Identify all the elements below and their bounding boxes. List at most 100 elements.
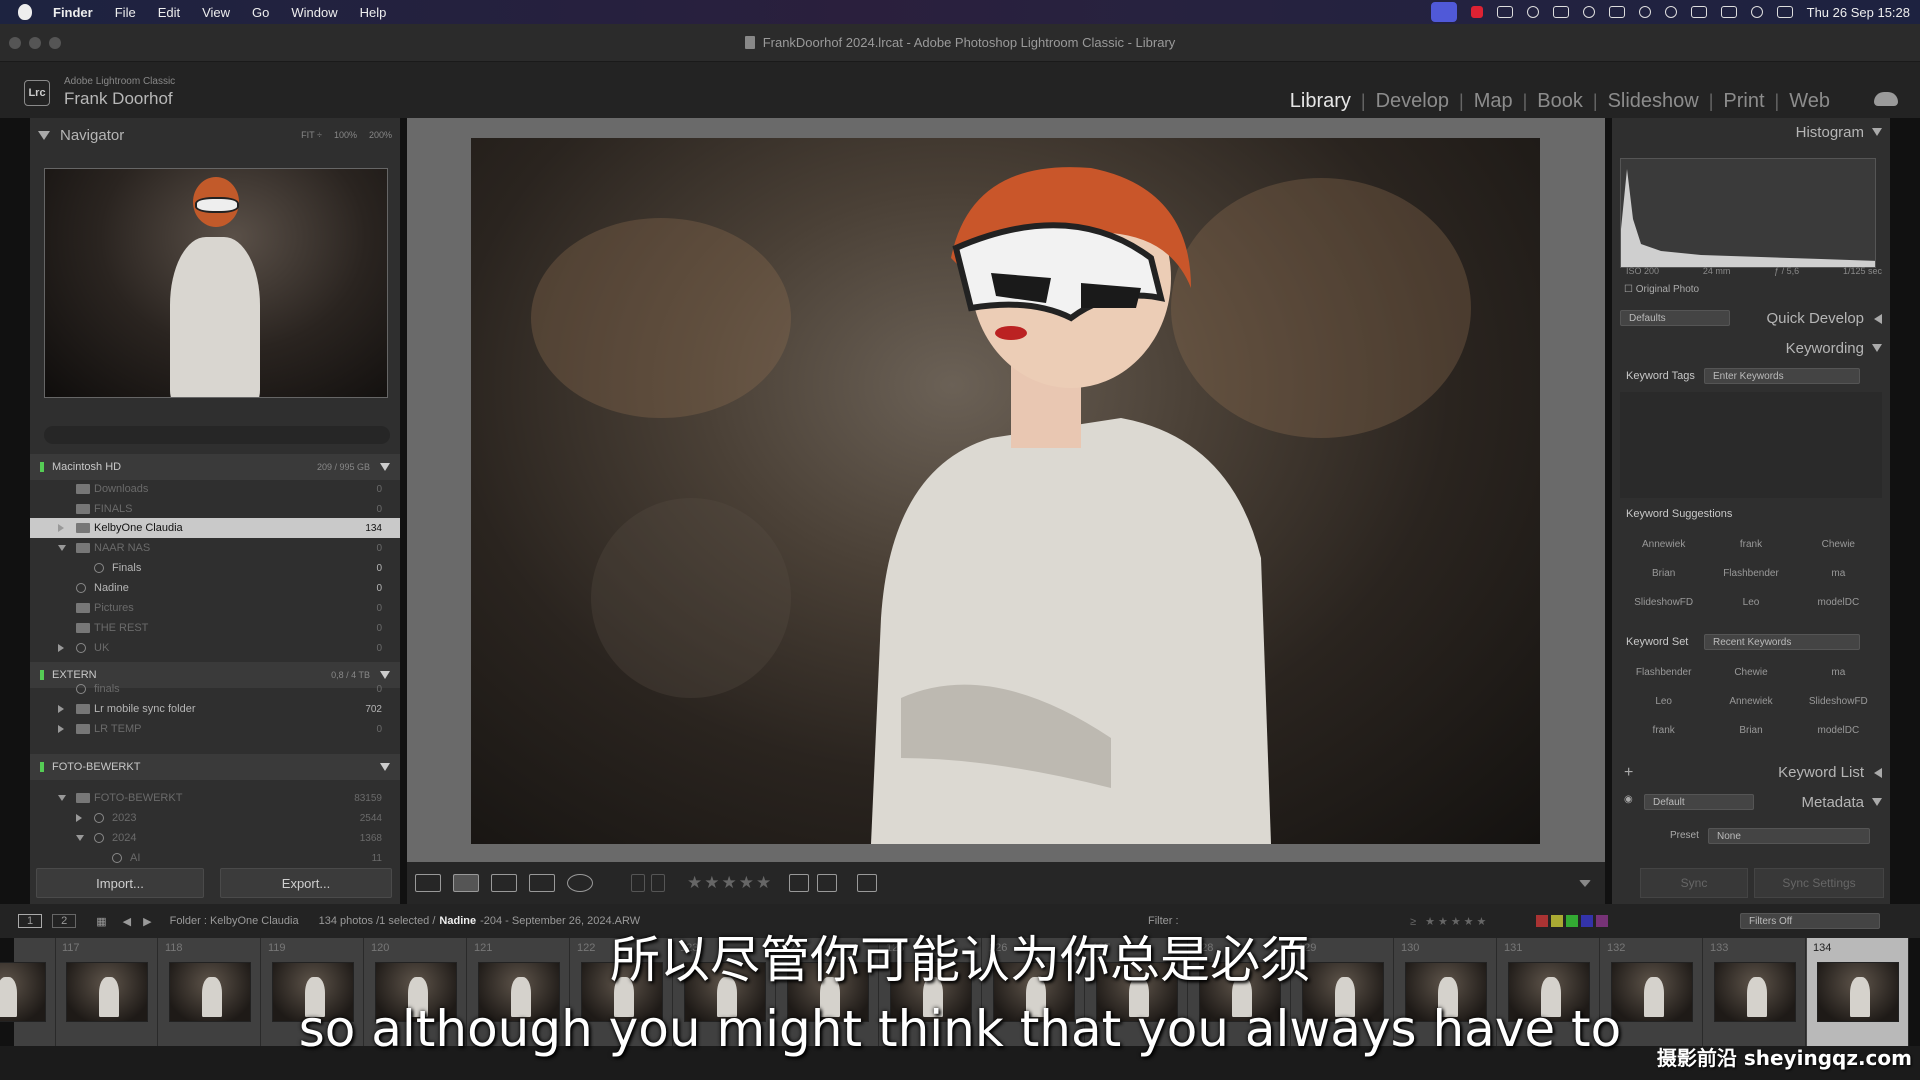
control-center-icon[interactable] (1776, 6, 1793, 18)
menu-edit[interactable]: Edit (147, 5, 191, 20)
module-slideshow[interactable]: Slideshow (1598, 90, 1709, 113)
keyword-chip[interactable]: frank (1620, 716, 1707, 745)
disclosure-triangle-icon[interactable] (58, 524, 64, 532)
keyword-entry-box[interactable] (1620, 392, 1882, 498)
keyword-chip[interactable]: Brian (1620, 559, 1707, 588)
keyword-chip[interactable]: Annewiek (1620, 530, 1707, 559)
menu-file[interactable]: File (104, 5, 147, 20)
keyword-chip[interactable]: frank (1707, 530, 1794, 559)
disclosure-triangle-icon[interactable] (76, 835, 84, 841)
module-develop[interactable]: Develop (1366, 90, 1459, 113)
module-map[interactable]: Map (1464, 90, 1523, 113)
keyword-chip[interactable]: Chewie (1795, 530, 1882, 559)
creative-cloud-icon[interactable] (1526, 6, 1539, 18)
rotate-right-icon[interactable] (817, 874, 837, 892)
volume-menu-icon[interactable] (380, 763, 390, 771)
cloud-sync-icon[interactable] (1874, 92, 1898, 106)
close-window-button[interactable] (9, 37, 21, 49)
keyword-chip[interactable]: Annewiek (1707, 687, 1794, 716)
metadata-preset-select[interactable]: None (1708, 828, 1870, 844)
search-icon[interactable] (1750, 6, 1763, 18)
folder-row[interactable]: THE REST 0 (30, 618, 400, 638)
keyword-chip[interactable]: Leo (1620, 687, 1707, 716)
sync-button[interactable]: Sync (1640, 868, 1748, 898)
volume-header[interactable]: FOTO-BEWERKT (30, 754, 400, 780)
keyword-chip[interactable]: modelDC (1795, 588, 1882, 617)
collapse-triangle-icon[interactable] (1872, 128, 1882, 136)
collapse-triangle-icon[interactable] (1872, 798, 1882, 806)
expand-triangle-icon[interactable] (1874, 314, 1882, 324)
minimize-window-button[interactable] (29, 37, 41, 49)
zoom-fit[interactable]: FIT ÷ (301, 130, 322, 140)
people-view-icon[interactable] (567, 874, 593, 892)
keyword-set-select[interactable]: Recent Keywords (1704, 634, 1860, 650)
folder-row[interactable]: AI 11 (30, 848, 400, 868)
histogram-header[interactable]: Histogram (1612, 118, 1890, 146)
keyword-chip[interactable]: Flashbender (1707, 559, 1794, 588)
keyword-chip[interactable]: Chewie (1707, 658, 1794, 687)
app-tray-icon[interactable] (1496, 6, 1513, 18)
volume-menu-icon[interactable] (380, 463, 390, 471)
toolbar-menu-icon[interactable] (1579, 880, 1591, 887)
sync-settings-button[interactable]: Sync Settings (1754, 868, 1884, 898)
quick-develop-header[interactable]: Quick Develop (1612, 304, 1890, 332)
navigator-header[interactable]: Navigator FIT ÷ 100% 200% (30, 118, 400, 152)
keyword-list-header[interactable]: Keyword List (1612, 758, 1890, 786)
folder-row[interactable]: FINALS 0 (30, 499, 400, 519)
keyword-chip[interactable]: modelDC (1795, 716, 1882, 745)
flag-icon[interactable] (631, 874, 645, 892)
rotate-left-icon[interactable] (789, 874, 809, 892)
battery-icon[interactable] (1720, 6, 1737, 18)
time-machine-icon[interactable] (1664, 6, 1677, 18)
keyword-chip[interactable]: ma (1795, 559, 1882, 588)
folder-row[interactable]: finals 0 (30, 679, 400, 699)
folder-row[interactable]: Downloads 0 (30, 479, 400, 499)
folder-row[interactable]: Pictures 0 (30, 598, 400, 618)
compare-view-icon[interactable] (491, 874, 517, 892)
menubar-datetime[interactable]: Thu 26 Sep 15:28 (1807, 5, 1910, 20)
survey-view-icon[interactable] (529, 874, 555, 892)
grid-view-icon[interactable] (415, 874, 441, 892)
wechat-icon[interactable] (1552, 6, 1569, 18)
folder-row[interactable]: Nadine 0 (30, 578, 400, 598)
screen-share-icon[interactable] (1430, 2, 1457, 22)
keywording-header[interactable]: Keywording (1612, 334, 1890, 362)
navigator-preview[interactable] (44, 168, 388, 398)
folder-row[interactable]: FOTO-BEWERKT 83159 (30, 788, 400, 808)
keyword-chip[interactable]: SlideshowFD (1795, 687, 1882, 716)
disclosure-triangle-icon[interactable] (58, 644, 64, 652)
zoom-200[interactable]: 200% (369, 130, 392, 140)
collapse-triangle-icon[interactable] (38, 130, 50, 140)
menu-view[interactable]: View (191, 5, 241, 20)
export-button[interactable]: Export... (220, 868, 392, 898)
folder-row[interactable]: Lr mobile sync folder 702 (30, 699, 400, 719)
module-library[interactable]: Library (1280, 90, 1361, 113)
original-photo-checkbox[interactable]: ☐ Original Photo (1624, 284, 1699, 295)
disclosure-triangle-icon[interactable] (76, 814, 82, 822)
folder-row[interactable]: UK 0 (30, 638, 400, 658)
disclosure-triangle-icon[interactable] (58, 705, 64, 713)
folder-row[interactable]: 2024 1368 (30, 828, 400, 848)
histogram-graph[interactable] (1620, 158, 1876, 268)
keyword-chip[interactable]: ma (1795, 658, 1882, 687)
keyword-chip[interactable]: Flashbender (1620, 658, 1707, 687)
menu-go[interactable]: Go (241, 5, 280, 20)
module-web[interactable]: Web (1779, 90, 1840, 113)
folder-search-input[interactable] (44, 426, 390, 444)
grid-icon[interactable] (1608, 6, 1625, 18)
folder-row[interactable]: LR TEMP 0 (30, 719, 400, 739)
disclosure-triangle-icon[interactable] (58, 795, 66, 801)
menu-help[interactable]: Help (349, 5, 398, 20)
loupe-view-icon[interactable] (453, 874, 479, 892)
keyword-tags-select[interactable]: Enter Keywords (1704, 368, 1860, 384)
reject-flag-icon[interactable] (651, 874, 665, 892)
disclosure-triangle-icon[interactable] (58, 545, 66, 551)
zoom-100[interactable]: 100% (334, 130, 357, 140)
import-button[interactable]: Import... (36, 868, 204, 898)
collapse-triangle-icon[interactable] (1872, 344, 1882, 352)
apple-icon[interactable] (18, 4, 32, 20)
expand-triangle-icon[interactable] (1874, 768, 1882, 778)
dot-icon[interactable] (1582, 6, 1595, 18)
module-book[interactable]: Book (1527, 90, 1593, 113)
zoom-window-button[interactable] (49, 37, 61, 49)
